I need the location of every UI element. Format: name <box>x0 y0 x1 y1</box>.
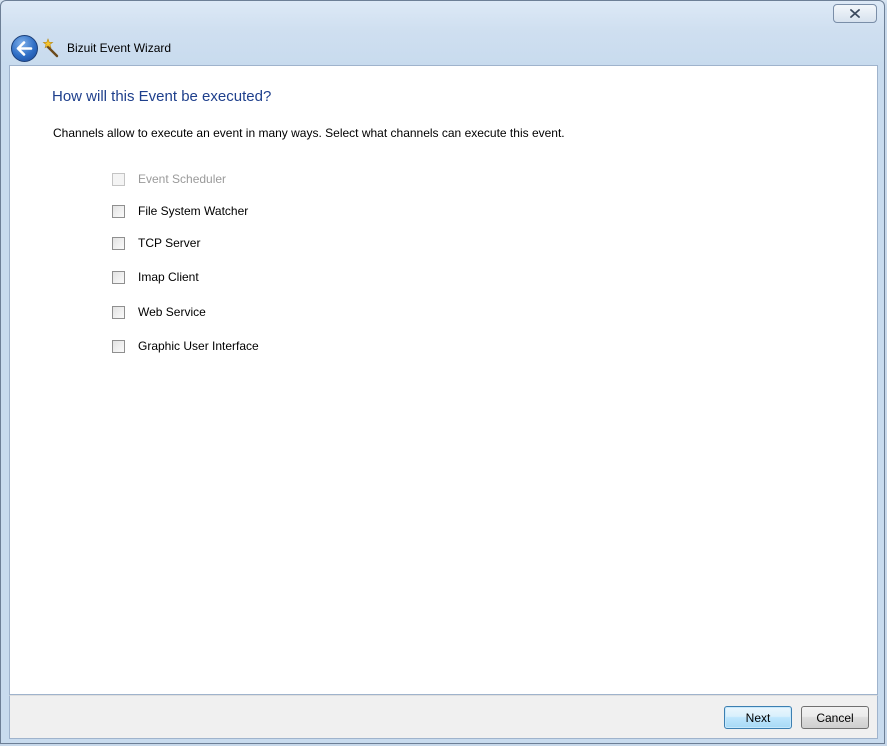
channel-label: Web Service <box>138 305 206 319</box>
channel-label: TCP Server <box>138 236 201 250</box>
cancel-button[interactable]: Cancel <box>801 706 869 729</box>
channel-option-tcp-server[interactable]: TCP Server <box>112 235 200 251</box>
channel-label: File System Watcher <box>138 204 249 218</box>
channel-option-file-system-watcher[interactable]: File System Watcher <box>112 203 248 219</box>
imap-client-checkbox[interactable] <box>112 270 125 284</box>
event-scheduler-checkbox[interactable] <box>112 172 125 186</box>
page-instructions: Channels allow to execute an event in ma… <box>53 126 565 140</box>
file-system-watcher-checkbox[interactable] <box>112 204 125 218</box>
web-service-checkbox[interactable] <box>112 305 125 319</box>
wizard-footer: Next Cancel <box>9 695 878 739</box>
close-icon <box>850 9 860 18</box>
channel-option-graphic-user-interface[interactable]: Graphic User Interface <box>112 338 259 354</box>
next-button[interactable]: Next <box>724 706 792 729</box>
channel-label: Imap Client <box>138 270 199 284</box>
channel-option-imap-client[interactable]: Imap Client <box>112 269 199 285</box>
channel-label: Graphic User Interface <box>138 339 259 353</box>
wizard-content-panel: How will this Event be executed? Channel… <box>9 65 878 695</box>
channel-label: Event Scheduler <box>138 172 227 186</box>
close-button[interactable] <box>833 4 877 23</box>
back-arrow-icon <box>16 41 33 56</box>
graphic-user-interface-checkbox[interactable] <box>112 339 125 353</box>
back-button[interactable] <box>11 35 38 62</box>
window-title: Bizuit Event Wizard <box>67 41 172 55</box>
magic-wand-icon <box>42 38 62 58</box>
wizard-dialog: Bizuit Event Wizard How will this Event … <box>0 0 885 744</box>
channel-option-event-scheduler[interactable]: Event Scheduler <box>112 171 226 187</box>
tcp-server-checkbox[interactable] <box>112 236 125 250</box>
channel-option-web-service[interactable]: Web Service <box>112 304 206 320</box>
page-heading: How will this Event be executed? <box>52 88 272 105</box>
